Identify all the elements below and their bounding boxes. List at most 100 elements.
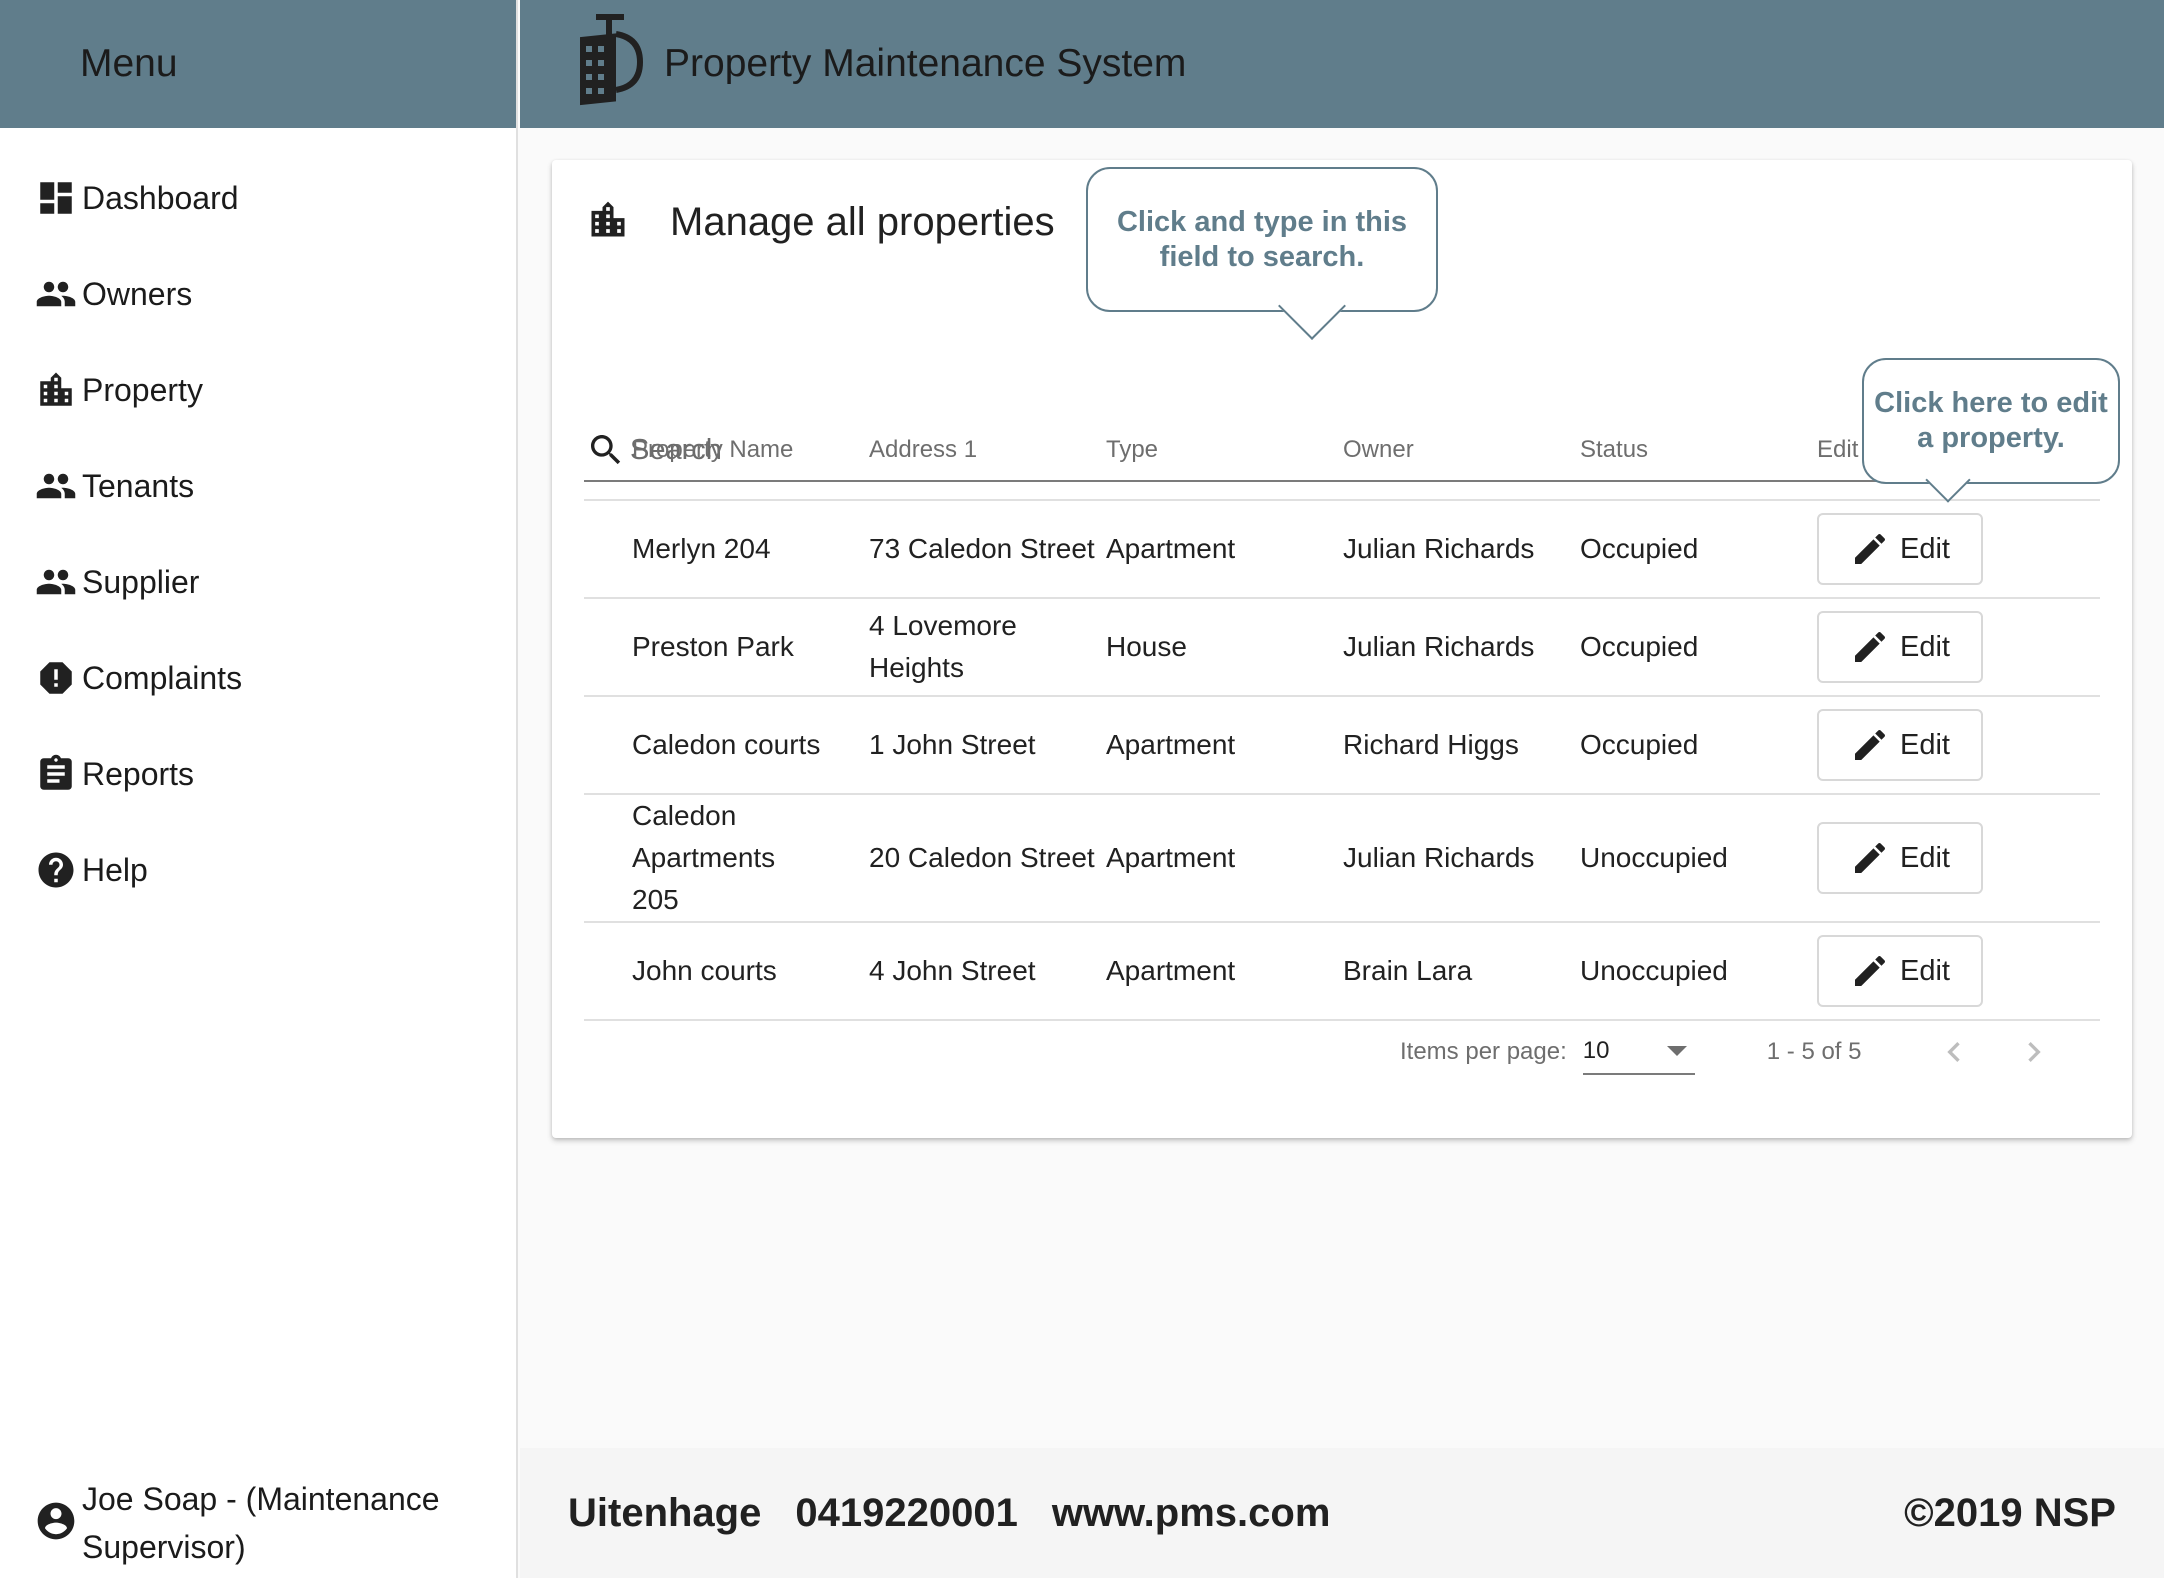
edit-button[interactable]: Edit xyxy=(1817,822,1983,894)
card-header: Manage all properties xyxy=(586,198,1055,247)
pencil-icon xyxy=(1855,729,1886,760)
items-per-page-select[interactable]: 10 xyxy=(1582,1029,1695,1075)
page-title: Manage all properties xyxy=(670,200,1055,244)
footer-phone: 0419220001 xyxy=(795,1490,1018,1535)
cell-status: Occupied xyxy=(1580,500,1817,599)
user-info[interactable]: Joe Soap - (Maintenance Supervisor) xyxy=(34,1468,504,1578)
sidebar-item-label: Dashboard xyxy=(82,179,239,216)
cell-address: 4 John Street xyxy=(869,922,1106,1021)
sidebar-title: Menu xyxy=(80,42,178,85)
sidebar-item-dashboard[interactable]: Dashboard xyxy=(0,150,516,246)
cell-edit: Edit xyxy=(1817,794,2100,923)
sidebar-item-label: Supplier xyxy=(82,563,200,600)
sidebar-item-label: Tenants xyxy=(82,467,195,504)
column-header-owner[interactable]: Owner xyxy=(1343,400,1580,501)
edit-button[interactable]: Edit xyxy=(1817,513,1983,585)
cell-type: House xyxy=(1106,598,1343,697)
column-header-type[interactable]: Type xyxy=(1106,400,1343,501)
footer-copyright: ©2019 NSP xyxy=(1904,1490,2116,1535)
building-icon xyxy=(34,368,78,412)
edit-button-label: Edit xyxy=(1900,954,1950,987)
sidebar-item-label: Property xyxy=(82,371,203,408)
cell-owner: Julian Richards xyxy=(1343,500,1580,599)
properties-table: Property Name Address 1 Type Owner Statu… xyxy=(584,400,2100,1021)
pencil-icon xyxy=(1855,533,1886,564)
paginator: Items per page: 10 1 - 5 of 5 xyxy=(1400,1020,2066,1084)
sidebar-item-label: Help xyxy=(82,851,148,888)
edit-tooltip-text: Click here to edit a property. xyxy=(1874,387,2108,454)
sidebar-item-tenants[interactable]: Tenants xyxy=(0,438,516,534)
pencil-icon xyxy=(1855,842,1886,873)
dropdown-arrow-icon xyxy=(1666,1046,1687,1056)
cell-owner: Julian Richards xyxy=(1343,598,1580,697)
cell-owner: Richard Higgs xyxy=(1343,696,1580,795)
edit-button-label: Edit xyxy=(1900,841,1950,874)
table-row: Merlyn 204 73 Caledon Street Apartment J… xyxy=(584,500,2100,599)
next-page-button[interactable] xyxy=(2002,1020,2066,1084)
dashboard-icon xyxy=(34,176,78,220)
sidebar-header: Menu xyxy=(0,0,516,128)
cell-address: 20 Caledon Street xyxy=(869,794,1106,923)
cell-type: Apartment xyxy=(1106,500,1343,599)
page-range: 1 - 5 of 5 xyxy=(1766,1038,1862,1065)
edit-button[interactable]: Edit xyxy=(1817,709,1983,781)
search-tooltip: Click and type in this field to search. xyxy=(1086,167,1438,340)
cell-edit: Edit xyxy=(1817,598,2100,697)
cell-property-name: Caledon Apartments 205 xyxy=(584,794,869,923)
account-icon xyxy=(34,1499,78,1548)
edit-tooltip: Click here to edit a property. xyxy=(1862,358,2120,503)
search-tooltip-text: Click and type in this field to search. xyxy=(1116,205,1408,273)
property-logo-icon xyxy=(572,10,644,119)
cell-edit: Edit xyxy=(1817,696,2100,795)
column-header-address[interactable]: Address 1 xyxy=(869,400,1106,501)
cell-type: Apartment xyxy=(1106,922,1343,1021)
sidebar-item-label: Reports xyxy=(82,755,195,792)
cell-owner: Julian Richards xyxy=(1343,794,1580,923)
help-icon xyxy=(34,848,78,892)
sidebar-nav: Dashboard Owners Property Tenants Suppli… xyxy=(0,128,516,918)
edit-button[interactable]: Edit xyxy=(1817,611,1983,683)
people-icon xyxy=(34,560,78,604)
cell-status: Unoccupied xyxy=(1580,922,1817,1021)
top-bar: Property Maintenance System xyxy=(520,0,2164,128)
cell-address: 4 Lovemore Heights xyxy=(869,598,1106,697)
pencil-icon xyxy=(1855,955,1886,986)
clipboard-icon xyxy=(34,752,78,796)
cell-status: Unoccupied xyxy=(1580,794,1817,923)
sidebar-item-property[interactable]: Property xyxy=(0,342,516,438)
people-icon xyxy=(34,464,78,508)
cell-property-name: John courts xyxy=(584,922,869,1021)
sidebar-item-help[interactable]: Help xyxy=(0,822,516,918)
column-header-status[interactable]: Status xyxy=(1580,400,1817,501)
chevron-right-icon xyxy=(2027,1042,2041,1062)
alert-icon xyxy=(34,656,78,700)
sidebar-item-complaints[interactable]: Complaints xyxy=(0,630,516,726)
cell-owner: Brain Lara xyxy=(1343,922,1580,1021)
footer: Uitenhage 0419220001 www.pms.com ©2019 N… xyxy=(520,1448,2164,1578)
app-title: Property Maintenance System xyxy=(664,42,1187,85)
cell-type: Apartment xyxy=(1106,696,1343,795)
cell-edit: Edit xyxy=(1817,922,2100,1021)
cell-status: Occupied xyxy=(1580,696,1817,795)
chevron-left-icon xyxy=(1946,1042,1960,1062)
cell-property-name: Preston Park xyxy=(584,598,869,697)
previous-page-button[interactable] xyxy=(1922,1020,1986,1084)
sidebar-item-reports[interactable]: Reports xyxy=(0,726,516,822)
table-row: Caledon Apartments 205 20 Caledon Street… xyxy=(584,794,2100,923)
cell-property-name: Merlyn 204 xyxy=(584,500,869,599)
cell-property-name: Caledon courts xyxy=(584,696,869,795)
sidebar-item-label: Complaints xyxy=(82,659,243,696)
cell-status: Occupied xyxy=(1580,598,1817,697)
edit-button-label: Edit xyxy=(1900,728,1950,761)
column-header-property-name[interactable]: Property Name xyxy=(584,400,869,501)
footer-website[interactable]: www.pms.com xyxy=(1052,1491,1331,1536)
sidebar-item-owners[interactable]: Owners xyxy=(0,246,516,342)
items-per-page-label: Items per page: xyxy=(1400,1038,1567,1065)
sidebar: Menu Dashboard Owners Property Tenants S… xyxy=(0,0,518,1578)
cell-address: 73 Caledon Street xyxy=(869,500,1106,599)
user-name: Joe Soap - (Maintenance Supervisor) xyxy=(82,1481,440,1565)
cell-address: 1 John Street xyxy=(869,696,1106,795)
table-row: Caledon courts 1 John Street Apartment R… xyxy=(584,696,2100,795)
edit-button[interactable]: Edit xyxy=(1817,935,1983,1007)
sidebar-item-supplier[interactable]: Supplier xyxy=(0,534,516,630)
